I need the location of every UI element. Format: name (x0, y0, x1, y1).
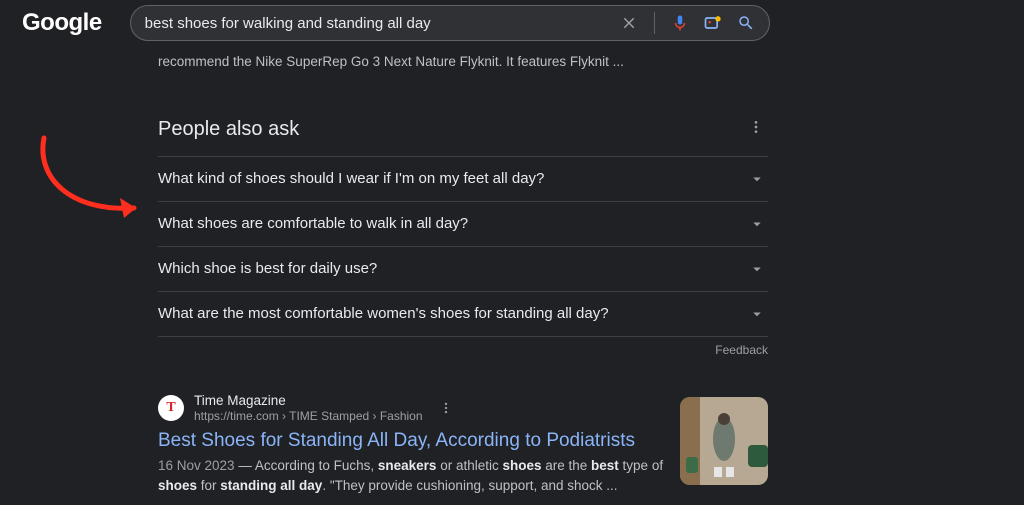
result-favicon: T (158, 395, 184, 421)
annotation-arrow (16, 132, 156, 235)
image-search-icon[interactable] (703, 13, 723, 33)
top-bar: Google (0, 0, 1024, 46)
search-icon[interactable] (737, 14, 755, 32)
chevron-down-icon (748, 170, 766, 188)
chevron-down-icon (748, 260, 766, 278)
previous-result-snippet: recommend the Nike SuperRep Go 3 Next Na… (158, 52, 768, 73)
google-logo[interactable]: Google (22, 9, 102, 37)
paa-heading: People also ask (158, 118, 744, 141)
paa-item-text: What are the most comfortable women's sh… (158, 305, 609, 322)
result-snippet: 16 Nov 2023 — According to Fuchs, sneake… (158, 456, 664, 498)
search-result: T Time Magazine https://time.com › TIME … (158, 393, 768, 497)
paa-menu-icon[interactable] (744, 115, 768, 144)
search-input[interactable] (145, 15, 620, 32)
result-source-path: https://time.com › TIME Stamped › Fashio… (194, 409, 423, 423)
paa-header: People also ask (158, 115, 768, 144)
result-thumbnail[interactable] (680, 397, 768, 485)
paa-item[interactable]: What are the most comfortable women's sh… (158, 292, 768, 337)
chevron-down-icon (748, 215, 766, 233)
divider (654, 12, 655, 34)
clear-icon[interactable] (620, 14, 638, 32)
paa-item-text: What shoes are comfortable to walk in al… (158, 215, 468, 232)
paa-item[interactable]: What shoes are comfortable to walk in al… (158, 202, 768, 247)
results-column: recommend the Nike SuperRep Go 3 Next Na… (158, 46, 768, 497)
feedback-link[interactable]: Feedback (158, 343, 768, 357)
search-box[interactable] (130, 5, 770, 41)
chevron-down-icon (748, 305, 766, 323)
paa-list: What kind of shoes should I wear if I'm … (158, 156, 768, 337)
paa-item[interactable]: What kind of shoes should I wear if I'm … (158, 157, 768, 202)
voice-search-icon[interactable] (671, 14, 689, 32)
paa-item-text: What kind of shoes should I wear if I'm … (158, 170, 544, 187)
result-menu-icon[interactable] (439, 401, 453, 415)
paa-item[interactable]: Which shoe is best for daily use? (158, 247, 768, 292)
paa-item-text: Which shoe is best for daily use? (158, 260, 377, 277)
result-title[interactable]: Best Shoes for Standing All Day, Accordi… (158, 430, 664, 452)
result-source-name: Time Magazine (194, 393, 423, 409)
